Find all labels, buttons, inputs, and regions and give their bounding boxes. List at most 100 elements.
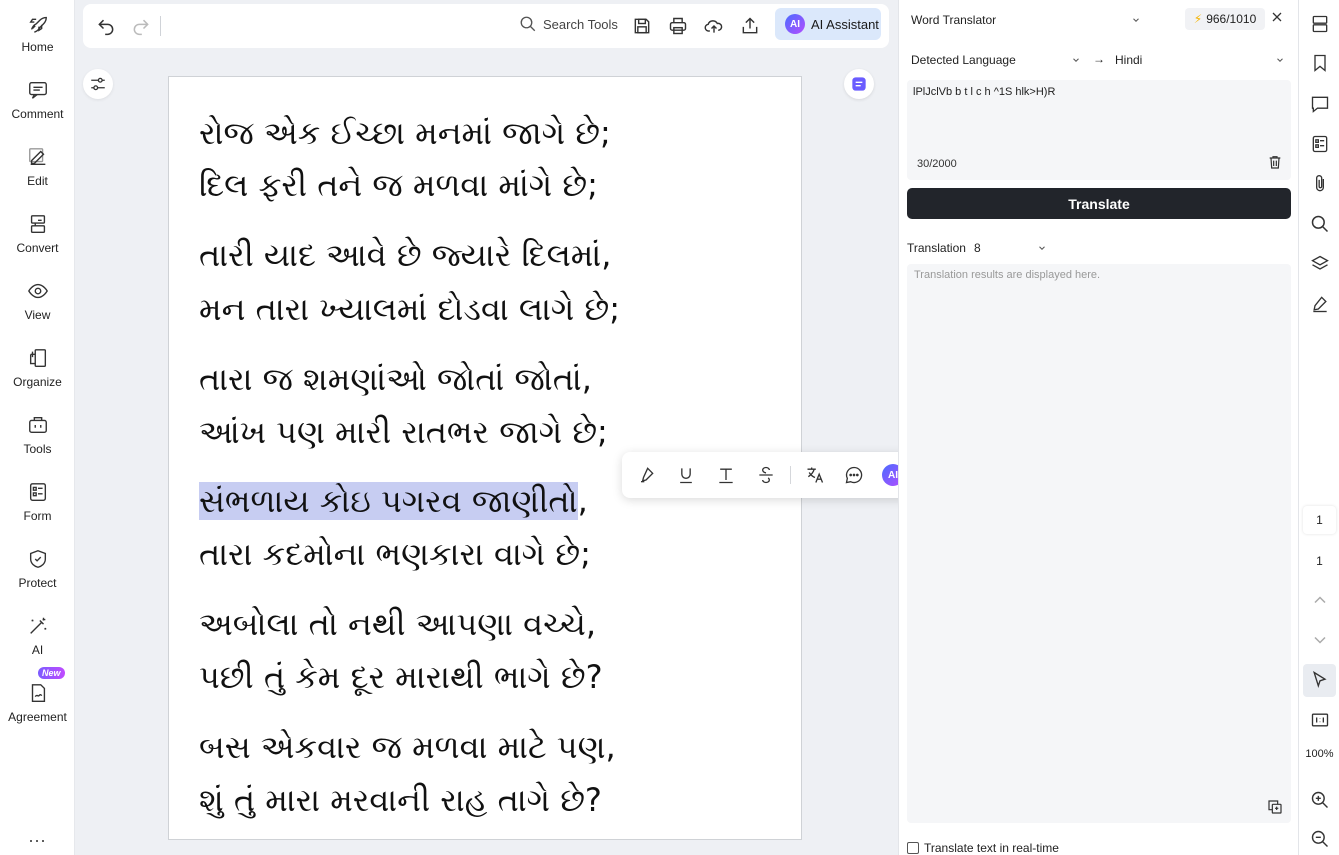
form-fields-button[interactable] [1308,132,1332,156]
share-button[interactable] [737,13,763,39]
close-panel-button[interactable] [1271,10,1283,27]
toolbox-icon [28,416,47,434]
sidebar-item-agreement[interactable]: New Agreement [0,667,75,738]
share-icon [742,17,758,34]
strikethrough-icon [759,466,773,484]
poem-line: મન તારા ખ્યાલમાં દોડવા લાગે છે; [199,290,620,328]
upload-cloud-button[interactable] [701,13,727,39]
sidebar-item-convert[interactable]: Convert [0,209,75,269]
poem-line: અબોલા તો નથી આપણા વચ્ચે, [199,605,597,643]
translate-icon [807,467,824,483]
right-toolbar: 1 1 100% [1298,0,1339,855]
chevron-down-icon [1277,58,1283,62]
chevron-up-icon [1314,596,1326,604]
search-icon [520,16,536,32]
translate-button[interactable]: Translate [907,188,1291,219]
translator-mode-select[interactable]: Word Translator [911,10,1141,30]
strikethrough-button[interactable] [754,463,778,487]
realtime-checkbox[interactable] [907,842,919,854]
realtime-label: Translate text in real-time [924,841,1059,855]
shield-icon [29,550,46,568]
highlighter-icon [641,467,654,483]
signature-button[interactable] [1308,292,1332,316]
sidebar-item-label: Tools [23,442,52,456]
highlight-button[interactable] [634,463,658,487]
more-options-button[interactable]: ... [0,826,75,847]
sidebar-item-comment[interactable]: Comment [0,75,75,135]
lightning-icon: ⚡ [1193,12,1203,26]
magic-wand-icon [29,617,46,634]
zoom-out-button[interactable] [1308,827,1332,851]
sidebar-item-home[interactable]: Home [0,8,75,68]
source-language-label: Detected Language [911,53,1016,67]
redo-button[interactable] [128,13,154,39]
comment-icon [1311,96,1329,113]
sidebar-item-label: Form [23,509,52,523]
bookmark-icon [1314,54,1326,72]
sidebar-item-ai[interactable]: AI [0,611,75,671]
left-sidebar: Home Comment Edit Convert View Organize … [0,0,75,855]
clear-text-button[interactable] [1267,154,1283,175]
sidebar-item-protect[interactable]: Protect [0,544,75,604]
print-button[interactable] [665,13,691,39]
redo-icon [133,19,149,36]
comments-button[interactable] [1308,92,1332,116]
text-icon [719,468,733,484]
total-pages: 1 [1316,554,1323,568]
source-text-input[interactable]: lPlJclVb b t l c h ^1S hlk>H)R 30/2000 [907,80,1291,180]
zoom-in-button[interactable] [1308,788,1332,812]
next-page-button[interactable] [1308,628,1332,652]
target-language-select[interactable]: Hindi [1115,52,1285,68]
attachments-button[interactable] [1308,172,1332,196]
ai-assistant-button[interactable]: AI AI Assistant [775,8,881,40]
translate-button[interactable] [803,463,827,487]
sidebar-item-edit[interactable]: Edit [0,142,75,202]
notes-button[interactable] [844,69,874,99]
copy-result-button[interactable] [1267,799,1283,820]
actual-size-button[interactable] [1308,708,1332,732]
bookmarks-button[interactable] [1308,51,1332,75]
arrow-right-icon: → [1093,52,1105,66]
search-tools-label: Search Tools [543,16,618,32]
chevron-down-icon [1314,636,1326,644]
organize-icon [29,349,46,367]
comment-icon [28,81,47,99]
zoom-level[interactable]: 100% [1301,748,1338,760]
translator-mode-label: Word Translator [911,13,997,27]
new-badge: New [38,667,65,679]
sliders-icon [91,77,105,91]
language-row: Detected Language → Hindi [907,48,1291,72]
translation-result-area[interactable]: Translation results are displayed here. [907,264,1291,823]
undo-button[interactable] [93,13,119,39]
sidebar-item-label: Agreement [8,710,67,724]
save-button[interactable] [629,13,655,39]
selected-text[interactable]: સંભળાય કોઇ પગરવ જાણીતો [199,482,578,520]
sidebar-item-form[interactable]: Form [0,477,75,537]
search-button[interactable] [1308,212,1332,236]
select-tool-button[interactable] [1308,668,1332,692]
text-style-button[interactable] [714,463,738,487]
underline-button[interactable] [674,463,698,487]
sidebar-item-tools[interactable]: Tools [0,410,75,470]
source-language-select[interactable]: Detected Language [911,52,1081,68]
sidebar-item-label: Convert [16,241,59,255]
ai-assistant-label: AI Assistant [811,16,879,32]
notes-icon [852,77,866,91]
rocket-icon [28,16,47,33]
comment-button[interactable] [842,463,866,487]
sidebar-item-view[interactable]: View [0,276,75,336]
display-settings-button[interactable] [83,69,113,99]
thumbnails-button[interactable] [1308,12,1332,36]
chevron-down-icon [1073,58,1079,62]
character-counter: 30/2000 [917,158,957,170]
translation-option-select[interactable]: 8 [971,237,1047,259]
previous-page-button[interactable] [1308,588,1332,612]
layers-button[interactable] [1308,252,1332,276]
poem-line: રોજ એક ઈચ્છા મનમાં જાગે છે; [199,114,611,152]
convert-icon [30,215,45,233]
sidebar-item-organize[interactable]: Organize [0,343,75,403]
sidebar-item-label: Comment [11,107,64,121]
cloud-upload-icon [704,20,723,33]
panels-icon [1312,15,1328,33]
search-tools-button[interactable]: Search Tools [519,15,618,33]
